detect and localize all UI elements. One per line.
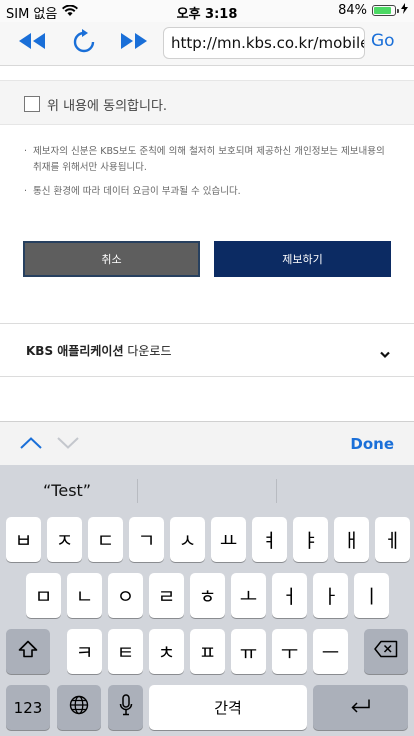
submit-report-button[interactable]: 제보하기 (214, 241, 391, 277)
return-key[interactable] (313, 685, 408, 730)
delete-key[interactable] (364, 629, 408, 674)
rewind-icon (18, 32, 46, 54)
key[interactable]: ㅓ (272, 573, 307, 618)
key[interactable]: ㅇ (108, 573, 143, 618)
return-icon (350, 697, 372, 719)
cancel-button[interactable]: 취소 (23, 241, 200, 277)
app-download-row[interactable]: KBS 애플리케이션 다운로드 (0, 323, 414, 377)
charging-icon (401, 3, 408, 18)
key[interactable]: ㄴ (67, 573, 102, 618)
agree-checkbox[interactable] (24, 96, 40, 112)
battery-percent: 84% (338, 3, 367, 18)
reload-button[interactable] (66, 28, 102, 58)
key[interactable]: ㅊ (149, 629, 184, 674)
app-brand: KBS 애플리케이션 (26, 344, 124, 358)
key[interactable]: ㅡ (313, 629, 348, 674)
done-button[interactable]: Done (350, 435, 394, 453)
key[interactable]: ㅌ (108, 629, 143, 674)
key[interactable]: ㅋ (67, 629, 102, 674)
notice-item: 제보자의 신분은 KBS보도 준칙에 의해 철저히 보호되며 제공하신 개인정보… (24, 144, 394, 176)
korean-keyboard: “Test” ㅂ ㅈ ㄷ ㄱ ㅅ ㅛ ㅕ ㅑ ㅐ ㅔ ㅁ ㄴ ㅇ ㄹ ㅎ ㅗ ㅓ… (0, 465, 414, 736)
microphone-icon (119, 694, 133, 721)
numbers-key[interactable]: 123 (6, 685, 50, 730)
browser-toolbar: http://mn.kbs.co.kr/mobile/... Go (0, 22, 414, 66)
suggestion-divider (276, 479, 277, 503)
next-field-button[interactable] (57, 434, 79, 453)
key[interactable]: ㅈ (47, 517, 82, 562)
key[interactable]: ㅎ (190, 573, 225, 618)
agree-label[interactable]: 위 내용에 동의합니다. (47, 95, 167, 114)
url-input[interactable]: http://mn.kbs.co.kr/mobile/... (163, 27, 365, 59)
forward-button[interactable] (116, 28, 152, 58)
key[interactable]: ㅐ (334, 517, 369, 562)
key[interactable]: ㅍ (190, 629, 225, 674)
notice-list: 제보자의 신분은 KBS보도 준칙에 의해 철저히 보호되며 제공하신 개인정보… (24, 144, 394, 208)
dictation-key[interactable] (108, 685, 143, 730)
key[interactable]: ㅑ (293, 517, 328, 562)
fast-forward-icon (120, 32, 148, 54)
agree-section: 위 내용에 동의합니다. (0, 80, 414, 125)
chevron-down-icon (380, 344, 390, 363)
key[interactable]: ㅛ (211, 517, 246, 562)
refresh-icon (73, 29, 95, 57)
shift-icon (18, 640, 38, 663)
key[interactable]: ㅣ (354, 573, 389, 618)
key[interactable]: ㄷ (88, 517, 123, 562)
app-download-label: KBS 애플리케이션 다운로드 (26, 342, 172, 359)
key[interactable]: ㅏ (313, 573, 348, 618)
notice-item: 통신 환경에 따라 데이터 요금이 부과될 수 있습니다. (24, 184, 394, 200)
key[interactable]: ㅂ (6, 517, 41, 562)
key[interactable]: ㅠ (231, 629, 266, 674)
status-right: 84% (338, 3, 408, 18)
suggestion-divider (137, 479, 138, 503)
app-download-suffix: 다운로드 (123, 344, 172, 358)
key[interactable]: ㅜ (272, 629, 307, 674)
keyboard-accessory-bar: Done (0, 421, 414, 465)
key[interactable]: ㅗ (231, 573, 266, 618)
go-button[interactable]: Go (371, 31, 395, 51)
globe-icon (69, 695, 89, 720)
language-key[interactable] (57, 685, 101, 730)
key[interactable]: ㄱ (129, 517, 164, 562)
key[interactable]: ㅁ (26, 573, 61, 618)
suggestion-item[interactable]: “Test” (43, 481, 91, 500)
suggestion-bar: “Test” (0, 465, 414, 515)
battery-icon (372, 5, 399, 16)
previous-field-button[interactable] (20, 434, 42, 453)
shift-key[interactable] (6, 629, 50, 674)
back-button[interactable] (14, 28, 50, 58)
key[interactable]: ㅔ (375, 517, 410, 562)
key[interactable]: ㅕ (252, 517, 287, 562)
key[interactable]: ㅅ (170, 517, 205, 562)
space-key[interactable]: 간격 (149, 685, 307, 730)
battery-level (374, 7, 391, 14)
status-bar: SIM 없음 오후 3:18 84% (0, 0, 414, 22)
backspace-icon (374, 640, 398, 663)
key[interactable]: ㄹ (149, 573, 184, 618)
